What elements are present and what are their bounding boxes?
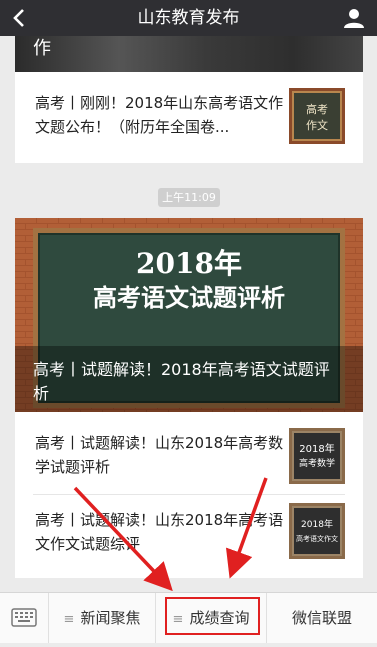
menu-wechat-alliance[interactable]: 微信联盟 <box>267 593 377 643</box>
article-card-main: 2018年 高考语文试题评析 高考丨试题解读！2018年高考语文试题评析 高考丨… <box>15 218 363 578</box>
menu-label: 微信联盟 <box>291 609 352 627</box>
keyboard-icon <box>11 608 37 627</box>
article-link-title[interactable]: 高考丨试题解读！山东2018年高考数学试题评析 <box>35 431 285 479</box>
thumb-text-1: 高考 <box>306 102 328 116</box>
thumb-text-1: 2018年 <box>299 442 334 455</box>
highlight-box <box>165 597 260 635</box>
article-thumbnail[interactable]: 高考 作文 <box>289 88 345 144</box>
message-timestamp: 上午11:09 <box>158 188 220 207</box>
article-cover-image[interactable]: 作 <box>15 36 363 72</box>
article-thumbnail[interactable]: 2018年 高考数学 <box>289 428 345 484</box>
cover-caption: 作 <box>33 38 51 59</box>
article-thumbnail[interactable]: 2018年 高考语文作文 <box>289 503 345 559</box>
keyboard-toggle[interactable] <box>0 593 49 643</box>
article-card-top: 作 高考丨刚刚！2018年山东高考语文作文题公布！（附历年全国卷... 高考 作… <box>15 36 363 163</box>
hero-image[interactable]: 2018年 高考语文试题评析 高考丨试题解读！2018年高考语文试题评析 <box>15 218 363 412</box>
top-bar: 山东教育发布 <box>0 0 377 36</box>
menu-news-focus[interactable]: ≡ 新闻聚焦 <box>49 593 156 643</box>
user-icon[interactable] <box>343 7 365 29</box>
board-title: 高考语文试题评析 <box>93 283 285 312</box>
thumb-text-2: 高考语文作文 <box>296 534 338 543</box>
thumb-text-2: 高考数学 <box>299 457 335 469</box>
thumb-text-1: 2018年 <box>301 518 333 530</box>
menu-label: 新闻聚焦 <box>80 609 141 627</box>
hero-caption: 高考丨试题解读！2018年高考语文试题评析 <box>33 360 330 403</box>
divider <box>33 494 345 495</box>
submenu-icon: ≡ <box>63 612 75 627</box>
article-link-title[interactable]: 高考丨试题解读！山东2018年高考语文作文试题综评 <box>35 508 285 556</box>
page-title: 山东教育发布 <box>137 8 240 28</box>
board-year: 2018年 <box>136 247 242 280</box>
article-link-title[interactable]: 高考丨刚刚！2018年山东高考语文作文题公布！（附历年全国卷... <box>35 91 285 139</box>
thumb-text-2: 作文 <box>306 118 328 132</box>
